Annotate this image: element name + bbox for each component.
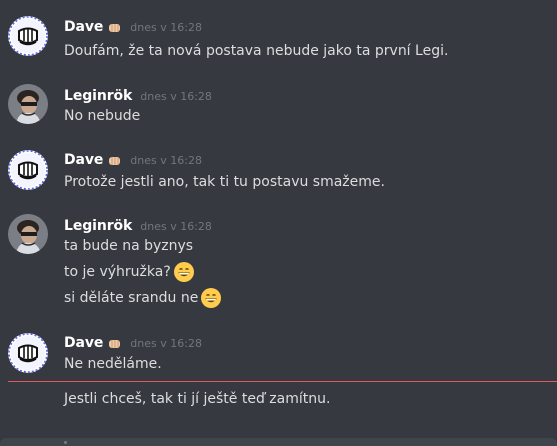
- message-content: Jestli chceš, tak ti jí ještě teď zamítn…: [64, 391, 331, 407]
- dave-avatar[interactable]: [8, 16, 48, 56]
- message-content: Doufám, že ta nová postava nebude jako t…: [64, 43, 449, 59]
- username[interactable]: Dave: [64, 152, 103, 168]
- message-timestamp[interactable]: dnes v 16:28: [140, 220, 212, 233]
- message-text: Ne neděláme.: [64, 354, 162, 374]
- message-text: to je výhružka?: [64, 262, 195, 282]
- message-timestamp[interactable]: dnes v 16:28: [140, 90, 212, 103]
- username[interactable]: Dave: [64, 19, 103, 35]
- leginrok-avatar[interactable]: [8, 84, 48, 124]
- grinning-smile-emoji-icon[interactable]: [173, 261, 195, 283]
- composer-cursor-icon: [64, 441, 67, 444]
- message-timestamp[interactable]: dnes v 16:28: [130, 21, 202, 34]
- message-text: Jestli chceš, tak ti jí ještě teď zamítn…: [64, 389, 330, 409]
- grinning-smile-emoji-icon[interactable]: [200, 287, 222, 309]
- username[interactable]: Leginrök: [64, 88, 132, 104]
- message-timestamp[interactable]: dnes v 16:28: [130, 154, 202, 167]
- message-text: ta bude na byznys: [64, 236, 193, 256]
- fist-bump-icon: [107, 20, 122, 35]
- chat-messages-pane: Dave dnes v 16:28 Doufám, že ta nová pos…: [0, 0, 557, 446]
- message-text: Protože jestli ano, tak ti tu postavu sm…: [64, 172, 385, 192]
- fist-bump-icon: [107, 153, 122, 168]
- username[interactable]: Leginrök: [64, 218, 132, 234]
- username[interactable]: Dave: [64, 335, 103, 351]
- message-content: to je výhružka?: [64, 264, 171, 280]
- message-content: Ne neděláme.: [64, 356, 162, 372]
- message-text: No nebude: [64, 106, 140, 126]
- message-content: ta bude na byznys: [64, 238, 194, 254]
- new-messages-divider: [8, 381, 557, 382]
- dave-avatar[interactable]: [8, 333, 48, 373]
- message-text: si děláte srandu ne: [64, 288, 222, 308]
- message-content: si děláte srandu ne: [64, 290, 199, 306]
- message-content: Protože jestli ano, tak ti tu postavu sm…: [64, 174, 385, 190]
- message-timestamp[interactable]: dnes v 16:28: [130, 337, 202, 350]
- message-composer[interactable]: [0, 438, 557, 446]
- leginrok-avatar[interactable]: [8, 214, 48, 254]
- message-content: No nebude: [64, 108, 141, 124]
- dave-avatar[interactable]: [8, 150, 48, 190]
- fist-bump-icon: [107, 336, 122, 351]
- message-text: Doufám, že ta nová postava nebude jako t…: [64, 41, 448, 61]
